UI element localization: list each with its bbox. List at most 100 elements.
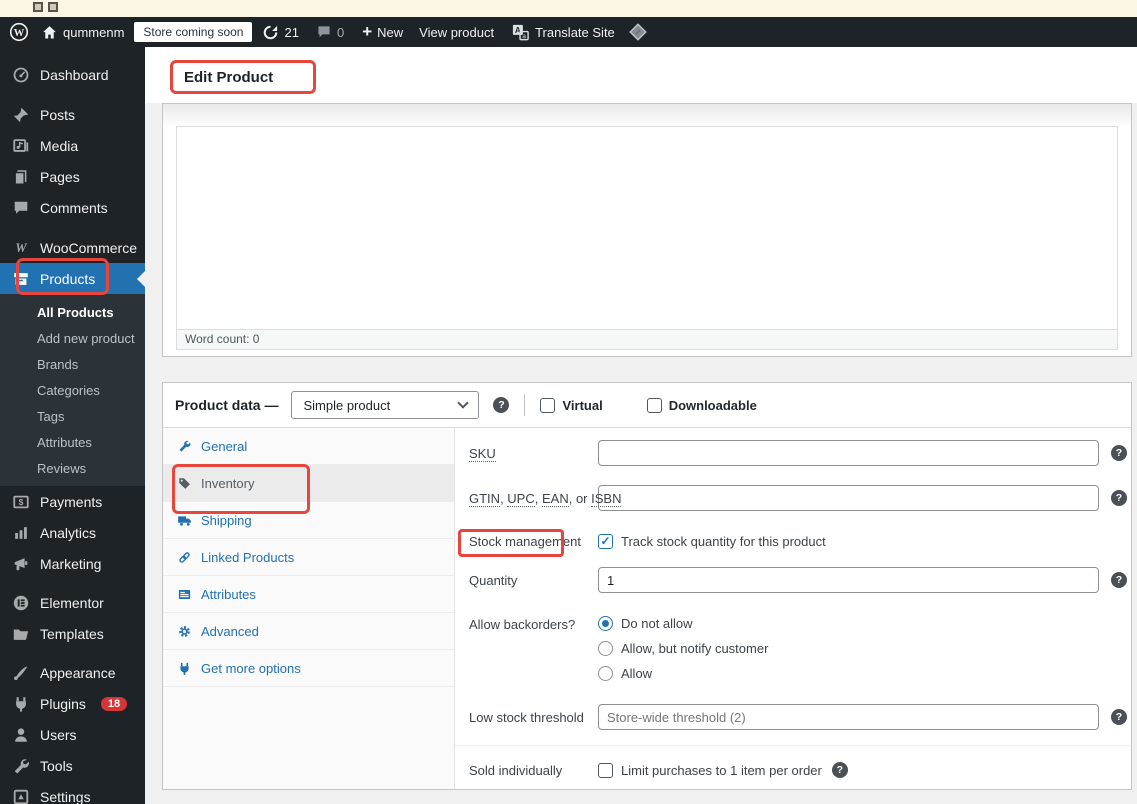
quantity-row: Quantity ? <box>469 567 1131 593</box>
low-stock-row: Low stock threshold ? <box>469 704 1131 730</box>
submenu-item-reviews[interactable]: Reviews <box>0 456 145 482</box>
gtin-help-icon[interactable]: ? <box>1111 490 1127 506</box>
comment-bubble-icon <box>318 26 330 38</box>
sold-individually-help-icon[interactable]: ? <box>831 762 848 778</box>
submenu-item-tags[interactable]: Tags <box>0 404 145 430</box>
admin-sidebar: Dashboard Posts Media Pages Comments W W… <box>0 47 145 804</box>
track-stock-checkbox[interactable] <box>598 533 613 549</box>
tab-linked-products[interactable]: Linked Products <box>163 539 454 576</box>
sidebar-item-woocommerce[interactable]: W WooCommerce <box>0 232 145 263</box>
annotation-edit-product: Edit Product <box>170 60 316 94</box>
tab-get-more-options[interactable]: Get more options <box>163 650 454 687</box>
sidebar-item-templates[interactable]: Templates <box>0 618 145 649</box>
wordpress-logo-icon[interactable]: W <box>9 22 29 42</box>
diamond-icon <box>629 23 647 41</box>
tab-advanced[interactable]: Advanced <box>163 613 454 650</box>
low-stock-input[interactable] <box>598 704 1099 730</box>
header-divider <box>524 394 526 416</box>
sidebar-item-tools[interactable]: Tools <box>0 750 145 781</box>
sidebar-item-pages[interactable]: Pages <box>0 161 145 192</box>
product-data-title: Product data — <box>175 397 279 413</box>
users-icon <box>15 727 27 742</box>
sidebar-item-comments[interactable]: Comments <box>0 192 145 223</box>
sidebar-item-settings[interactable]: Settings <box>0 781 145 804</box>
window-square-icon <box>48 2 58 12</box>
sidebar-item-payments[interactable]: $ Payments <box>0 486 145 517</box>
downloadable-checkbox[interactable] <box>646 397 662 413</box>
sidebar-item-elementor[interactable]: Elementor <box>0 587 145 618</box>
tab-general[interactable]: General <box>163 428 454 465</box>
tab-shipping[interactable]: Shipping <box>163 502 454 539</box>
sidebar-item-products[interactable]: Products <box>0 258 145 295</box>
radio-selected[interactable] <box>598 615 613 631</box>
chevron-down-icon <box>457 397 470 409</box>
product-type-select[interactable]: Simple product <box>291 391 480 419</box>
backorders-label: Allow backorders? <box>469 617 576 632</box>
tab-inventory[interactable]: Inventory <box>163 464 454 514</box>
backorder-option-allow[interactable]: Allow <box>598 665 768 681</box>
comments-icon <box>14 201 28 214</box>
comments-menu[interactable]: 0 <box>316 24 344 40</box>
sidebar-item-plugins[interactable]: Plugins 18 <box>0 688 145 719</box>
site-menu[interactable]: qummenm <box>41 24 124 41</box>
svg-text:$: $ <box>19 497 24 507</box>
payments-icon: $ <box>13 495 29 508</box>
plus-icon: + <box>362 21 373 41</box>
pages-icon <box>14 169 27 185</box>
marketing-icon <box>14 557 28 570</box>
sku-row: SKU ? <box>469 440 1131 466</box>
tab-attributes[interactable]: Attributes <box>163 576 454 613</box>
low-stock-label: Low stock threshold <box>469 709 584 725</box>
plugin-diamond-menu[interactable] <box>628 22 648 42</box>
editor-toolbar-area <box>163 104 1131 128</box>
new-content-menu[interactable]: + New <box>362 21 404 41</box>
radio[interactable] <box>598 665 613 681</box>
submenu-item-all-products[interactable]: All Products <box>0 300 145 326</box>
product-type-help-icon[interactable]: ? <box>493 397 510 413</box>
product-data-header: Product data — Simple product ? Virtual … <box>163 383 1131 428</box>
store-coming-soon-badge[interactable]: Store coming soon <box>134 22 253 42</box>
submenu-item-brands[interactable]: Brands <box>0 352 145 378</box>
sidebar-item-appearance[interactable]: Appearance <box>0 657 145 688</box>
sold-individually-row: Sold individually Limit purchases to 1 i… <box>469 759 1131 781</box>
submenu-item-add-new-product[interactable]: Add new product <box>0 326 145 352</box>
sidebar-item-dashboard[interactable]: Dashboard <box>0 59 145 90</box>
sidebar-item-posts[interactable]: Posts <box>0 99 145 130</box>
updates-menu[interactable]: 21 <box>262 24 299 41</box>
limit-purchases-label: Limit purchases to 1 item per order <box>621 762 822 778</box>
sidebar-item-marketing[interactable]: Marketing <box>0 548 145 579</box>
backorder-option-do-not-allow[interactable]: Do not allow <box>598 615 768 631</box>
page-title: Edit Product <box>184 68 274 86</box>
quantity-label: Quantity <box>469 572 518 588</box>
translate-icon: Aa <box>512 24 529 40</box>
sidebar-item-media[interactable]: Media <box>0 130 145 161</box>
sidebar-item-analytics[interactable]: Analytics <box>0 517 145 548</box>
product-description-editor[interactable]: Word count: 0 <box>162 103 1132 357</box>
link-icon <box>179 551 190 563</box>
editor-content-area[interactable]: Word count: 0 <box>176 126 1118 350</box>
backorders-row: Allow backorders? Do not allow Allow, bu… <box>469 615 1131 681</box>
submenu-item-categories[interactable]: Categories <box>0 378 145 404</box>
backorder-option-allow-notify[interactable]: Allow, but notify customer <box>598 640 768 656</box>
radio[interactable] <box>598 640 613 656</box>
elementor-icon <box>13 595 29 610</box>
sku-input[interactable] <box>598 440 1099 466</box>
virtual-checkbox[interactable] <box>540 397 556 413</box>
sidebar-item-users[interactable]: Users <box>0 719 145 750</box>
translate-site-menu[interactable]: Aa Translate Site <box>511 23 615 42</box>
products-submenu: All Products Add new product Brands Cate… <box>0 294 145 486</box>
new-label: New <box>377 24 404 40</box>
svg-text:W: W <box>14 28 25 39</box>
quantity-input[interactable] <box>598 567 1099 593</box>
sku-help-icon[interactable]: ? <box>1111 445 1127 461</box>
quantity-help-icon[interactable]: ? <box>1111 572 1127 588</box>
site-name: qummenm <box>63 24 125 40</box>
track-stock-label: Track stock quantity for this product <box>621 533 826 549</box>
word-count-status: Word count: 0 <box>177 329 1117 349</box>
gtin-input[interactable] <box>598 485 1099 511</box>
limit-purchases-checkbox[interactable] <box>598 762 613 778</box>
low-stock-help-icon[interactable]: ? <box>1111 709 1127 725</box>
woocommerce-icon: W <box>15 241 27 255</box>
view-product-link[interactable]: View product <box>419 25 494 40</box>
submenu-item-attributes[interactable]: Attributes <box>0 430 145 456</box>
